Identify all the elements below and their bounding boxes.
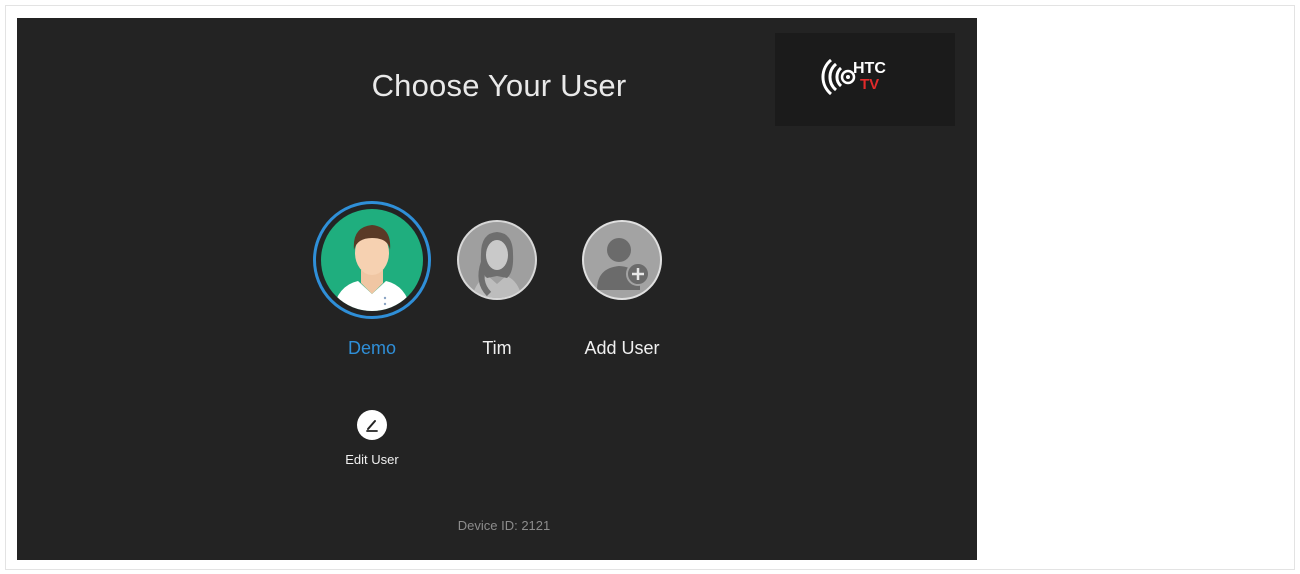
- male-avatar-icon: [313, 201, 431, 319]
- edit-user-button[interactable]: Edit User: [329, 410, 415, 468]
- edit-user-label: Edit User: [345, 452, 399, 467]
- logo-text-htc: HTC: [853, 60, 886, 77]
- htc-tv-logo-icon: HTC TV: [821, 58, 886, 96]
- brand-logo: HTC TV: [775, 33, 955, 126]
- tv-screen: Choose Your User HTC TV Demo Tim Add Use…: [17, 18, 977, 560]
- device-id-text: Device ID: 2121: [457, 518, 551, 533]
- female-avatar-icon: [457, 220, 537, 300]
- pencil-icon[interactable]: [357, 410, 387, 440]
- add-user-icon: [582, 220, 662, 300]
- logo-text-tv: TV: [860, 76, 879, 93]
- avatar-add-user[interactable]: [582, 220, 662, 300]
- user-label-demo: Demo: [347, 338, 396, 358]
- user-label-add-user: Add User: [584, 338, 660, 358]
- user-label-tim: Tim: [482, 338, 512, 358]
- user-add[interactable]: Add User: [557, 220, 687, 358]
- user-tim[interactable]: Tim: [432, 220, 562, 358]
- avatar-tim[interactable]: [457, 220, 537, 300]
- user-demo[interactable]: Demo: [307, 200, 437, 358]
- avatar-demo[interactable]: [312, 200, 432, 320]
